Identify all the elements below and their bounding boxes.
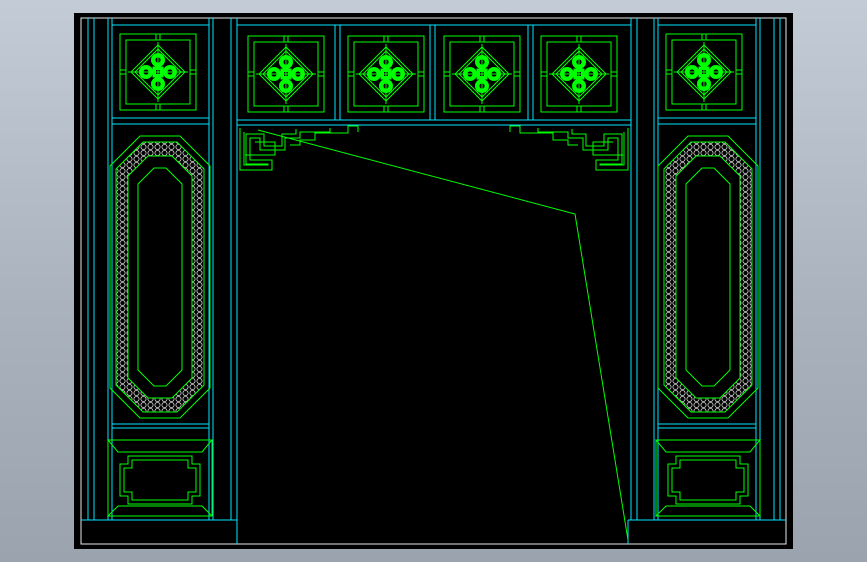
octagonal-hexagon-mesh-panel [657,135,759,419]
octagonal-hexagon-mesh-panel [109,135,211,419]
cad-viewport[interactable] [0,0,867,562]
cad-drawing-canvas[interactable] [0,0,867,562]
